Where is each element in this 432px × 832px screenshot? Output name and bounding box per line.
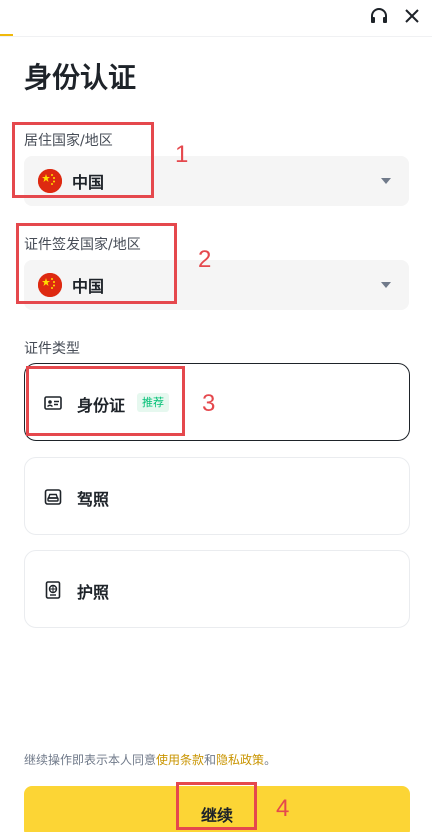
driver-license-icon <box>44 489 62 505</box>
doc-option-label: 驾照 <box>77 490 110 509</box>
chevron-down-icon <box>381 178 391 184</box>
terms-and: 和 <box>204 753 217 767</box>
chevron-down-icon <box>381 282 391 288</box>
annotation-box-1 <box>12 122 154 198</box>
terms-of-use-link[interactable]: 使用条款 <box>156 753 204 767</box>
annotation-box-4 <box>176 782 257 830</box>
doc-type-label: 证件类型 <box>24 341 80 357</box>
terms-notice: 继续操作即表示本人同意使用条款和隐私政策。 <box>24 751 276 768</box>
terms-prefix: 继续操作即表示本人同意 <box>24 753 157 767</box>
page-title: 身份认证 <box>24 61 137 94</box>
annotation-box-3 <box>26 366 185 436</box>
doc-option-label: 护照 <box>77 583 110 602</box>
headset-icon[interactable] <box>366 4 392 28</box>
annotation-number-3: 3 <box>202 390 216 417</box>
terms-suffix: 。 <box>264 753 277 767</box>
top-bar <box>0 0 432 37</box>
annotation-box-2 <box>16 223 177 304</box>
annotation-number-1: 1 <box>175 141 189 168</box>
doc-option-passport[interactable]: 护照 <box>24 550 410 628</box>
close-icon[interactable] <box>399 4 425 28</box>
passport-icon <box>45 581 61 599</box>
header-divider <box>0 36 432 37</box>
annotation-number-2: 2 <box>198 246 212 273</box>
annotation-number-4: 4 <box>276 795 290 822</box>
doc-option-driver-license[interactable]: 驾照 <box>24 457 410 535</box>
privacy-policy-link[interactable]: 隐私政策 <box>216 753 264 767</box>
